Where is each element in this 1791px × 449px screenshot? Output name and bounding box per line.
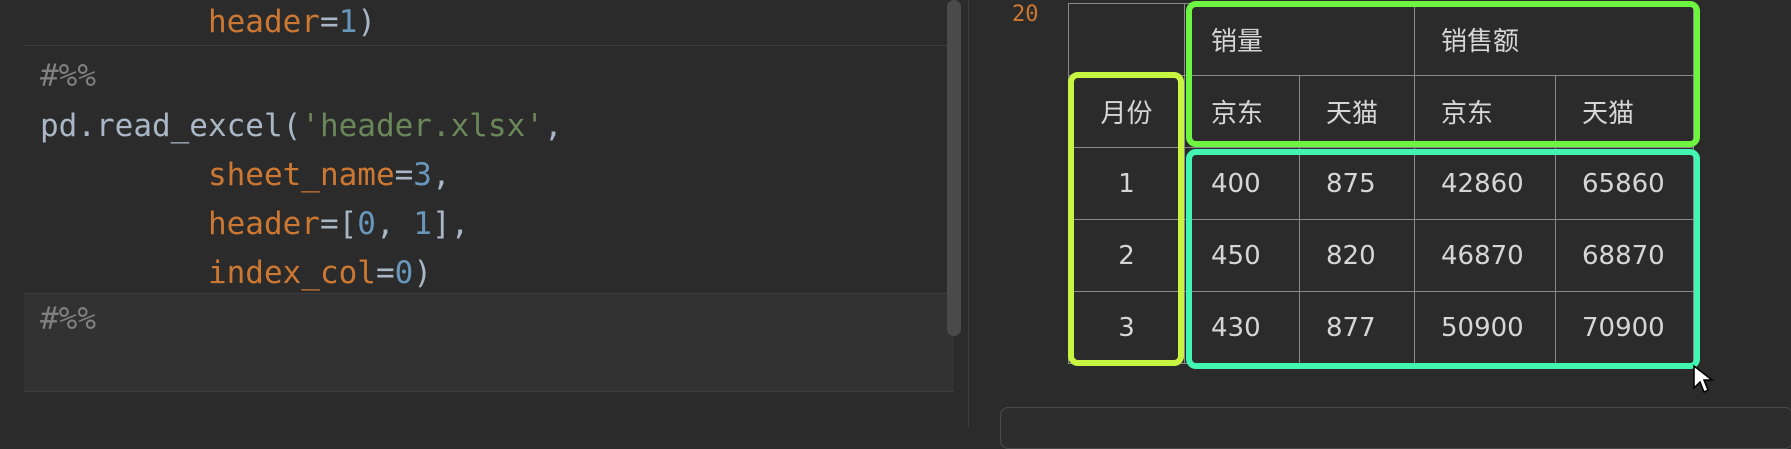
table-cell: 50900 [1414, 291, 1556, 364]
row-index: 1 [1068, 147, 1185, 220]
code-token: 0 [357, 206, 376, 242]
code-token: header [207, 4, 320, 40]
column-group-header: 销量 [1184, 3, 1415, 76]
table-cell: 70900 [1555, 291, 1694, 364]
table-cell: 430 [1184, 291, 1300, 364]
code-token: , [543, 108, 563, 144]
code-token: sheet_name [207, 157, 395, 193]
table-cell: 400 [1184, 147, 1300, 220]
table-cell: 450 [1184, 219, 1300, 292]
code-token: = [319, 4, 339, 40]
row-index: 3 [1068, 291, 1185, 364]
code-token: 1 [413, 206, 432, 242]
code-token: 1 [338, 4, 358, 40]
table-cell: 820 [1299, 219, 1415, 292]
column-header: 天猫 [1555, 75, 1694, 148]
code-token: #%% [40, 301, 96, 337]
editor-gutter [0, 0, 24, 427]
code-token: = [394, 157, 414, 193]
code-token: = [375, 255, 395, 291]
code-token: ) [413, 255, 432, 291]
table-row: 3 430 877 50900 70900 [1068, 291, 1694, 364]
column-header: 京东 [1184, 75, 1300, 148]
code-line[interactable]: header=[0, 1], [40, 198, 469, 250]
table-row: 1 400 875 42860 65860 [1068, 147, 1694, 220]
code-token: 3 [413, 157, 432, 193]
table-corner-cell [1068, 3, 1185, 76]
code-line[interactable]: index_col=0) [40, 247, 432, 299]
table-cell: 877 [1299, 291, 1415, 364]
index-name-header: 月份 [1068, 75, 1185, 148]
editor-scrollbar[interactable] [947, 0, 961, 336]
row-index: 2 [1068, 219, 1185, 292]
code-token: ) [357, 4, 376, 40]
column-group-header: 销售额 [1414, 3, 1694, 76]
code-token: , [431, 157, 451, 193]
output-line-number: 20 [1012, 2, 1039, 27]
code-line[interactable]: #%% [40, 50, 96, 102]
code-token: index_col [207, 255, 376, 291]
code-editor[interactable]: header=1) #%% pd.read_excel('header.xlsx… [0, 0, 968, 427]
code-token: #%% [40, 58, 96, 94]
code-token: header [207, 206, 320, 242]
column-header: 京东 [1414, 75, 1556, 148]
code-line[interactable]: header=1) [40, 0, 376, 48]
code-token: , [375, 206, 414, 242]
code-token: 0 [394, 255, 414, 291]
code-token: pd.read_excel( [40, 108, 302, 144]
table-cell: 68870 [1555, 219, 1694, 292]
code-token: 'header.xlsx' [301, 108, 544, 144]
active-cell[interactable] [24, 293, 954, 391]
table-cell: 46870 [1414, 219, 1556, 292]
table-cell: 875 [1299, 147, 1415, 220]
mouse-cursor-icon [1693, 364, 1714, 394]
column-header: 天猫 [1299, 75, 1415, 148]
cell-separator [24, 391, 954, 392]
table-row: 2 450 820 46870 68870 [1068, 219, 1694, 292]
dataframe-table: 销量 销售额 月份 京东 天猫 京东 天猫 1 400 875 42860 65… [1068, 3, 1694, 364]
table-cell: 42860 [1414, 147, 1556, 220]
code-line[interactable]: #%% [40, 293, 96, 345]
code-line[interactable]: pd.read_excel('header.xlsx', [40, 100, 563, 152]
code-token: =[ [319, 206, 358, 242]
code-token: ], [431, 206, 470, 242]
next-output-cell[interactable] [1000, 407, 1791, 449]
code-line[interactable]: sheet_name=3, [40, 149, 451, 201]
table-cell: 65860 [1555, 147, 1694, 220]
